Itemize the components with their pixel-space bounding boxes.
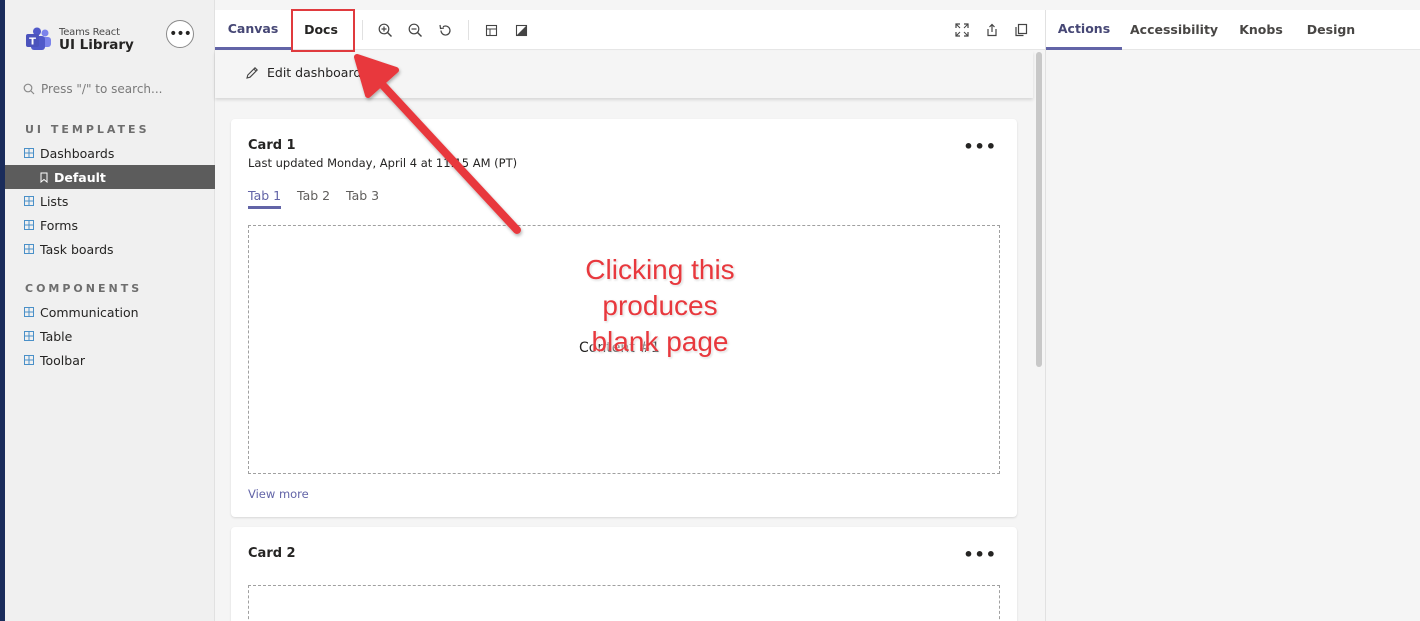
grid-icon[interactable]	[482, 21, 500, 39]
tab-accessibility[interactable]: Accessibility	[1130, 10, 1218, 50]
annotation-line: Clicking this	[585, 254, 735, 285]
toolbar-divider	[362, 20, 363, 40]
component-icon	[24, 220, 34, 230]
sidebar-item-label: Toolbar	[40, 352, 86, 368]
search-placeholder: Press "/" to search...	[41, 82, 163, 96]
card-more-icon[interactable]: •••	[963, 139, 997, 155]
tab-design[interactable]: Design	[1302, 10, 1360, 50]
tab-knobs[interactable]: Knobs	[1232, 10, 1290, 50]
component-icon	[24, 244, 34, 254]
sidebar-item-toolbar[interactable]: Toolbar	[5, 348, 215, 372]
annotation-line: blank page	[591, 326, 729, 357]
reset-zoom-icon[interactable]	[436, 21, 454, 39]
component-icon	[24, 196, 34, 206]
edit-bar: Edit dashboard	[215, 51, 1033, 98]
teams-logo-icon: T	[25, 27, 53, 53]
sidebar-item-label: Task boards	[40, 241, 114, 257]
search-input[interactable]: Press "/" to search...	[23, 79, 162, 99]
card-tab-1[interactable]: Tab 1	[248, 188, 282, 209]
card-subtitle: Last updated Monday, April 4 at 11:15 AM…	[248, 156, 518, 170]
sidebar-more-button[interactable]: •••	[166, 20, 194, 48]
fullscreen-icon[interactable]	[953, 21, 971, 39]
copy-link-icon[interactable]	[1012, 21, 1030, 39]
card: Card 2 •••	[231, 527, 1017, 621]
sidebar-item-label: Communication	[40, 304, 139, 320]
card-tab-2[interactable]: Tab 2	[297, 188, 330, 203]
sidebar-item-forms[interactable]: Forms	[5, 213, 215, 237]
brand-title: UI Library	[59, 36, 134, 53]
bookmark-icon	[40, 172, 48, 183]
sidebar-item-label: Lists	[40, 193, 69, 209]
component-icon	[24, 355, 34, 365]
canvas-scrollbar[interactable]	[1036, 52, 1042, 367]
addons-tabs: Actions Accessibility Knobs Design	[1046, 10, 1420, 50]
svg-text:T: T	[29, 37, 36, 48]
zoom-in-icon[interactable]	[376, 21, 394, 39]
view-more-link[interactable]: View more	[248, 487, 309, 501]
card-more-icon[interactable]: •••	[963, 547, 997, 563]
card-title: Card 2	[248, 546, 296, 561]
sidebar-item-task-boards[interactable]: Task boards	[5, 237, 215, 261]
component-icon	[24, 307, 34, 317]
sidebar-item-label: Dashboards	[40, 145, 115, 161]
sidebar-item-lists[interactable]: Lists	[5, 189, 215, 213]
more-icon: •••	[169, 26, 192, 42]
docs-highlight-box	[291, 9, 355, 52]
component-icon	[24, 148, 34, 158]
edit-dashboard-label: Edit dashboard	[267, 65, 362, 80]
sidebar-item-dashboards[interactable]: Dashboards	[5, 141, 215, 165]
card-tab-3[interactable]: Tab 3	[346, 188, 379, 203]
section-title-components: COMPONENTS	[25, 282, 143, 295]
background-toggle-icon[interactable]	[512, 21, 530, 39]
share-icon[interactable]	[983, 21, 1001, 39]
addons-panel: Actions Accessibility Knobs Design	[1045, 10, 1420, 621]
sidebar-item-communication[interactable]: Communication	[5, 300, 215, 324]
zoom-out-icon[interactable]	[406, 21, 424, 39]
sidebar-item-default[interactable]: Default	[5, 165, 215, 189]
tab-actions[interactable]: Actions	[1046, 10, 1122, 50]
annotation-text: Clicking this produces blank page	[550, 252, 770, 360]
sidebar: T Teams React UI Library ••• Press "/" t…	[5, 0, 215, 621]
card-title: Card 1	[248, 138, 296, 153]
toolbar-divider	[468, 20, 469, 40]
brand[interactable]: T Teams React UI Library	[25, 27, 134, 53]
component-icon	[24, 331, 34, 341]
annotation-line: produces	[602, 290, 718, 321]
tab-canvas[interactable]: Canvas	[215, 10, 291, 50]
card-content-area	[248, 585, 1000, 621]
pencil-icon	[246, 66, 258, 79]
edit-dashboard-button[interactable]: Edit dashboard	[245, 65, 361, 80]
search-icon	[23, 83, 35, 95]
sidebar-item-table[interactable]: Table	[5, 324, 215, 348]
sidebar-item-label: Forms	[40, 217, 79, 233]
section-title-templates: UI TEMPLATES	[25, 123, 150, 136]
sidebar-item-label: Default	[54, 169, 106, 185]
sidebar-item-label: Table	[40, 328, 73, 344]
